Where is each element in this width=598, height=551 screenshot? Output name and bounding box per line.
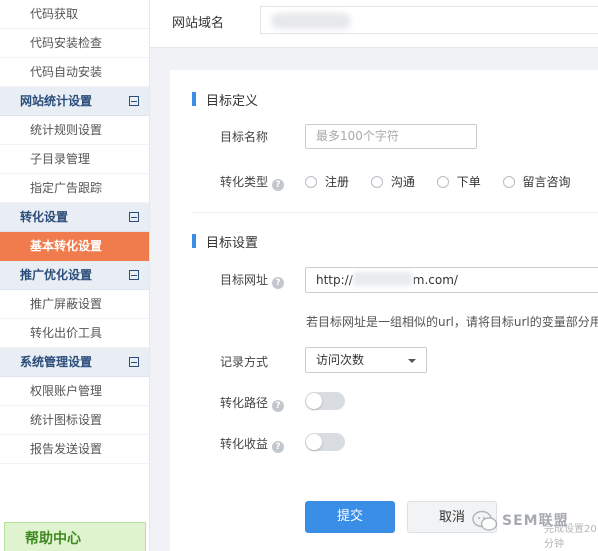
conversion-path-label-text: 转化路径 bbox=[220, 396, 269, 410]
section-title-goal-settings: 目标设置 bbox=[192, 232, 258, 251]
radio-message[interactable]: 留言咨询 bbox=[502, 173, 571, 190]
goal-url-label: 目标网址? bbox=[220, 271, 285, 289]
goal-name-placeholder: 最多100个字符 bbox=[316, 129, 399, 143]
radio-circle-icon bbox=[436, 176, 449, 188]
sidebar-item-bid-tool[interactable]: 转化出价工具 bbox=[0, 319, 149, 348]
help-icon[interactable]: ? bbox=[272, 400, 285, 412]
submit-button[interactable]: 提交 bbox=[305, 501, 395, 533]
collapse-icon[interactable] bbox=[129, 270, 139, 280]
sidebar-group-label: 系统管理设置 bbox=[20, 355, 93, 369]
radio-register[interactable]: 注册 bbox=[305, 173, 349, 190]
sidebar-item-code-check[interactable]: 代码安装检查 bbox=[0, 29, 149, 58]
sidebar: 代码获取 代码安装检查 代码自动安装 网站统计设置 统计规则设置 子目录管理 指… bbox=[0, 0, 150, 551]
section-title-goal-definition: 目标定义 bbox=[192, 90, 258, 109]
site-domain-field[interactable] bbox=[260, 6, 598, 34]
goal-name-input[interactable]: 最多100个字符 bbox=[305, 124, 477, 149]
help-icon[interactable]: ? bbox=[272, 179, 285, 191]
redacted-url bbox=[352, 272, 413, 286]
record-method-select[interactable]: 访问次数 bbox=[305, 347, 427, 373]
wechat-icon bbox=[472, 510, 498, 531]
sidebar-item-ad-tracking[interactable]: 指定广告跟踪 bbox=[0, 174, 149, 203]
conversion-path-toggle[interactable] bbox=[305, 392, 345, 410]
sidebar-group-conversion[interactable]: 转化设置 bbox=[0, 203, 149, 232]
goal-url-label-text: 目标网址 bbox=[220, 273, 269, 287]
radio-circle-icon bbox=[502, 176, 515, 188]
redacted-domain bbox=[271, 13, 351, 29]
sidebar-item-report-send[interactable]: 报告发送设置 bbox=[0, 435, 149, 464]
section-divider bbox=[192, 212, 598, 213]
site-domain-label: 网站域名 bbox=[172, 16, 225, 31]
sidebar-item-basic-conversion[interactable]: 基本转化设置 bbox=[0, 232, 149, 261]
sidebar-group-system[interactable]: 系统管理设置 bbox=[0, 348, 149, 377]
toggle-knob bbox=[306, 434, 322, 450]
radio-label: 沟通 bbox=[390, 175, 415, 189]
radio-label: 注册 bbox=[325, 175, 350, 189]
sidebar-item-stat-icon[interactable]: 统计图标设置 bbox=[0, 406, 149, 435]
goal-url-prefix: http:// bbox=[316, 273, 353, 287]
conversion-revenue-label: 转化收益? bbox=[220, 435, 285, 453]
conversion-revenue-label-text: 转化收益 bbox=[220, 437, 269, 451]
conversion-path-label: 转化路径? bbox=[220, 394, 285, 412]
help-icon[interactable]: ? bbox=[272, 277, 285, 289]
site-domain-bar: 网站域名 bbox=[150, 0, 598, 48]
sidebar-item-subdirectory[interactable]: 子目录管理 bbox=[0, 145, 149, 174]
goal-url-suffix: m.com/ bbox=[412, 273, 458, 287]
conversion-type-label: 转化类型? bbox=[220, 173, 285, 191]
conversion-form: 目标定义 目标名称 最多100个字符 转化类型? 注册 沟通 下单 留言咨询 目… bbox=[170, 70, 598, 551]
sidebar-item-code-auto-install[interactable]: 代码自动安装 bbox=[0, 58, 149, 87]
goal-name-label: 目标名称 bbox=[220, 130, 269, 144]
sidebar-group-promotion[interactable]: 推广优化设置 bbox=[0, 261, 149, 290]
record-method-value: 访问次数 bbox=[316, 353, 365, 367]
caret-down-icon bbox=[408, 359, 416, 363]
conversion-revenue-toggle[interactable] bbox=[305, 433, 345, 451]
record-method-label: 记录方式 bbox=[220, 355, 269, 369]
conversion-type-label-text: 转化类型 bbox=[220, 175, 269, 189]
collapse-icon[interactable] bbox=[129, 212, 139, 222]
watermark: 完成设置20分钟 SEM联盟 bbox=[472, 506, 598, 550]
radio-label: 下单 bbox=[456, 175, 481, 189]
sidebar-group-label: 推广优化设置 bbox=[20, 268, 93, 282]
sidebar-item-accounts[interactable]: 权限账户管理 bbox=[0, 377, 149, 406]
goal-url-hint: 若目标网址是一组相似的url，请将目标url的变量部分用 bbox=[306, 315, 598, 329]
toggle-knob bbox=[306, 393, 322, 409]
goal-url-input[interactable]: http:// m.com/ bbox=[305, 267, 598, 293]
sidebar-item-promo-block[interactable]: 推广屏蔽设置 bbox=[0, 290, 149, 319]
watermark-text: SEM联盟 bbox=[502, 513, 569, 529]
radio-label: 留言咨询 bbox=[522, 175, 571, 189]
sidebar-item-code-get[interactable]: 代码获取 bbox=[0, 0, 149, 29]
radio-circle-icon bbox=[305, 176, 317, 188]
radio-order[interactable]: 下单 bbox=[436, 173, 481, 190]
sidebar-group-site-stats[interactable]: 网站统计设置 bbox=[0, 87, 149, 116]
radio-communicate[interactable]: 沟通 bbox=[370, 173, 415, 190]
help-center-button[interactable]: 帮助中心 bbox=[4, 522, 146, 551]
conversion-type-radio-group: 注册 沟通 下单 留言咨询 bbox=[305, 173, 589, 190]
collapse-icon[interactable] bbox=[129, 96, 139, 106]
sidebar-group-label: 网站统计设置 bbox=[20, 94, 93, 108]
sidebar-item-stat-rules[interactable]: 统计规则设置 bbox=[0, 116, 149, 145]
collapse-icon[interactable] bbox=[129, 357, 139, 367]
sidebar-group-label: 转化设置 bbox=[20, 210, 69, 224]
radio-circle-icon bbox=[370, 176, 383, 188]
help-icon[interactable]: ? bbox=[272, 441, 285, 453]
